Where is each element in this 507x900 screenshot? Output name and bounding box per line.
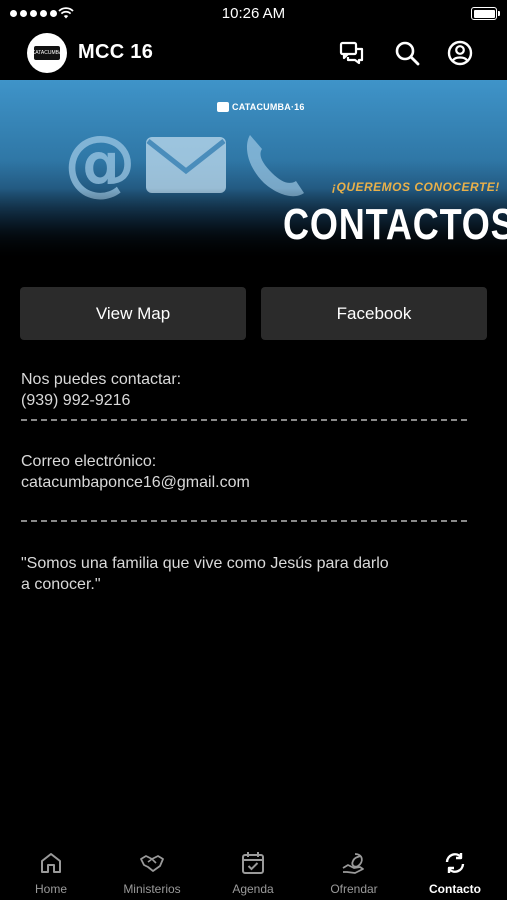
app-logo[interactable]: CATACUMBA bbox=[27, 33, 67, 73]
divider bbox=[21, 520, 467, 522]
tab-label: Agenda bbox=[232, 882, 274, 896]
tab-label: Ofrendar bbox=[330, 882, 378, 896]
profile-icon[interactable] bbox=[446, 39, 474, 67]
facebook-button[interactable]: Facebook bbox=[261, 287, 487, 340]
phone-label: Nos puedes contactar: bbox=[21, 371, 182, 388]
phone-number[interactable]: (939) 992-9216 bbox=[21, 390, 130, 411]
hand-leaf-icon bbox=[342, 853, 364, 874]
tab-bar: Home Ministerios Agenda Ofrendar Contact… bbox=[0, 840, 507, 900]
status-bar: 10:26 AM bbox=[0, 0, 507, 28]
phone-icon bbox=[246, 135, 304, 197]
battery-icon bbox=[471, 7, 500, 20]
hero-title: CONTACTOS bbox=[283, 200, 507, 249]
view-map-button[interactable]: View Map bbox=[20, 287, 246, 340]
tab-ofrendar[interactable]: Ofrendar bbox=[304, 840, 404, 900]
quote-line-2: a conocer." bbox=[21, 576, 101, 593]
tab-ministerios[interactable]: Ministerios bbox=[102, 840, 202, 900]
handshake-icon bbox=[140, 855, 164, 872]
tab-label: Contacto bbox=[429, 882, 481, 896]
tab-label: Home bbox=[34, 882, 67, 896]
divider bbox=[21, 419, 467, 421]
quote-line-1: "Somos una familia que vive como Jesús p… bbox=[21, 555, 389, 572]
hero-brand-text: CATACUMBA·16 bbox=[232, 102, 305, 112]
tab-contacto[interactable]: Contacto bbox=[405, 840, 505, 900]
app-title: MCC 16 bbox=[78, 41, 154, 63]
tab-label: Ministerios bbox=[123, 882, 181, 896]
hero-subtitle: ¡QUEREMOS CONOCERTE! bbox=[332, 180, 500, 194]
calendar-check-icon bbox=[242, 852, 264, 874]
hero-brand: CATACUMBA·16 bbox=[217, 102, 305, 112]
status-time: 10:26 AM bbox=[221, 5, 286, 22]
refresh-icon bbox=[445, 853, 465, 873]
email-address[interactable]: catacumbaponce16@gmail.com bbox=[21, 472, 250, 493]
home-icon bbox=[41, 853, 61, 873]
envelope-icon bbox=[146, 137, 226, 193]
tab-home[interactable]: Home bbox=[1, 840, 101, 900]
logo-text: CATACUMBA bbox=[32, 46, 62, 60]
tab-agenda[interactable]: Agenda bbox=[203, 840, 303, 900]
chat-icon[interactable] bbox=[338, 39, 366, 67]
app-bar: CATACUMBA MCC 16 bbox=[0, 28, 507, 78]
hero-banner: @ CATACUMBA·16 ¡QUEREMOS CONOCERTE! CONT… bbox=[0, 80, 507, 258]
email-label: Correo electrónico: bbox=[21, 453, 157, 470]
search-icon[interactable] bbox=[393, 39, 421, 67]
brand-badge-icon bbox=[217, 102, 229, 112]
